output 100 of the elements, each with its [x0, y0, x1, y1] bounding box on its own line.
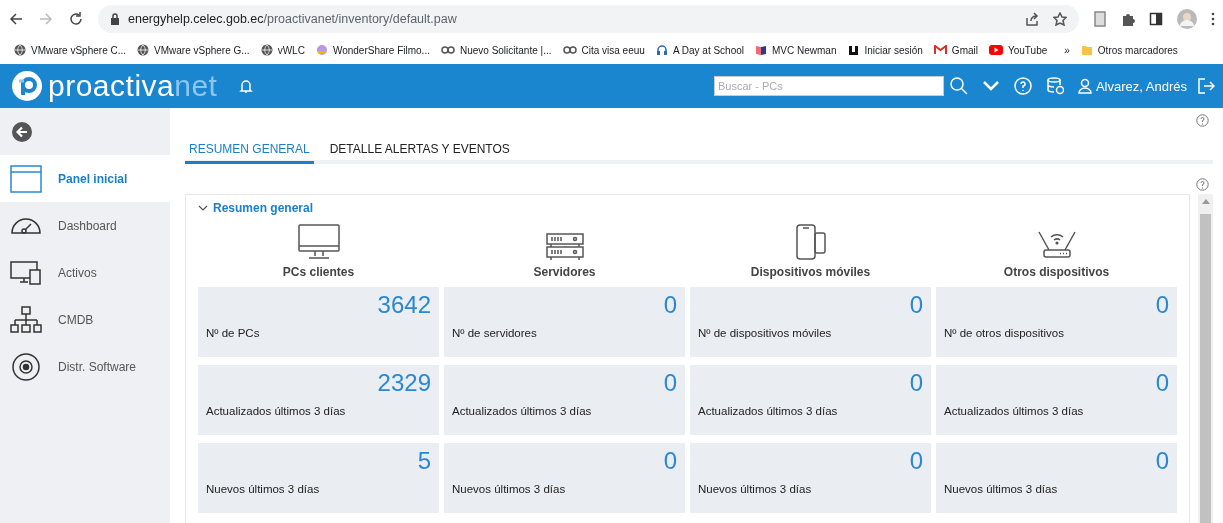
chevron-icon: [198, 204, 208, 212]
folder-icon: [1080, 44, 1093, 56]
bookmark-link[interactable]: VMware vSphere C...: [31, 44, 127, 56]
link-icon: [562, 46, 577, 54]
bell-icon: [239, 78, 254, 94]
stat-value: 0: [909, 447, 923, 475]
stat-card[interactable]: 0 Nº de servidores: [444, 287, 685, 357]
stat-card[interactable]: 0 Nuevos últimos 3 días: [444, 443, 685, 513]
devices-icon: [10, 259, 42, 286]
stat-card[interactable]: 3642 Nº de PCs: [198, 287, 439, 357]
category-title: Otros dispositivos: [1003, 265, 1110, 279]
bookmark-link[interactable]: Nuevo Solicitante |...: [459, 44, 552, 56]
back-icon: [8, 11, 24, 27]
document-icon: [1093, 11, 1107, 27]
stat-card[interactable]: 0 Actualizados últimos 3 días: [936, 365, 1177, 435]
book-icon: [755, 44, 768, 56]
help-icon: [1196, 178, 1209, 191]
sidebar-item[interactable]: Distr. Software: [0, 343, 170, 390]
category-title: Dispositivos móviles: [750, 265, 871, 279]
bookmark-link[interactable]: YouTube: [1008, 44, 1048, 56]
section-header[interactable]: Resumen general: [198, 201, 1177, 215]
stat-label: Nuevos últimos 3 días: [698, 483, 813, 495]
bookmark-link[interactable]: MVC Newman: [772, 44, 837, 56]
stat-card[interactable]: 0 Nuevos últimos 3 días: [690, 443, 931, 513]
stat-label: Actualizados últimos 3 días: [452, 405, 593, 417]
stat-value: 3642: [377, 291, 431, 319]
link-icon: [440, 46, 455, 54]
scrollbar[interactable]: [1198, 194, 1213, 523]
scroll-up-icon[interactable]: [1201, 198, 1210, 204]
user-name[interactable]: Alvarez, Andrés: [1095, 78, 1187, 94]
back-icon[interactable]: [12, 121, 32, 142]
sidebar-item[interactable]: Panel inicial: [0, 155, 170, 202]
chevron-icon: [981, 80, 1000, 92]
stat-value: 0: [909, 291, 923, 319]
database-icon: [1045, 77, 1064, 95]
globe-icon: [137, 44, 150, 56]
stat-label: Actualizados últimos 3 días: [944, 405, 1085, 417]
address-bar[interactable]: energyhelp.celec.gob.ec/proactivanet/inventory/default.paw: [98, 5, 1079, 33]
bookmark-link[interactable]: WonderShare Filmo...: [332, 44, 430, 56]
stat-card[interactable]: 0 Actualizados últimos 3 días: [444, 365, 685, 435]
logo-icon: [12, 71, 42, 101]
star-icon: [1053, 12, 1067, 26]
server-icon: [544, 231, 585, 261]
lock-icon: [110, 13, 120, 25]
puzzle-icon: [1121, 12, 1135, 26]
sidepanel-icon: [1149, 12, 1163, 26]
url-text: energyhelp.celec.gob.ec/proactivanet/inventory/default.paw: [128, 12, 457, 26]
stat-card[interactable]: 5 Nuevos últimos 3 días: [198, 443, 439, 513]
stat-label: Actualizados últimos 3 días: [206, 405, 347, 417]
stat-label: Nº de PCs: [206, 327, 261, 339]
search-field[interactable]: Buscar - PCs: [713, 76, 944, 96]
globe-icon: [260, 44, 273, 56]
disc-icon: [10, 351, 42, 382]
stat-card[interactable]: 0 Nº de otros dispositivos: [936, 287, 1177, 357]
stat-card[interactable]: 0 Nº de dispositivos móviles: [690, 287, 931, 357]
user-icon: [1077, 78, 1092, 94]
sidebar-item[interactable]: Activos: [0, 249, 170, 296]
bookmark-folder[interactable]: Otros marcadores: [1097, 44, 1178, 56]
stat-value: 0: [909, 369, 923, 397]
stat-value: 2329: [377, 369, 431, 397]
avatar-icon[interactable]: [1177, 9, 1197, 29]
bookmarks-overflow[interactable]: »: [1064, 44, 1070, 56]
search-icon: [949, 77, 968, 95]
stat-card[interactable]: 0 Actualizados últimos 3 días: [690, 365, 931, 435]
sidebar-item[interactable]: Dashboard: [0, 202, 170, 249]
hierarchy-icon: [10, 305, 42, 334]
help-icon: [1196, 114, 1209, 127]
stat-label: Nº de servidores: [452, 327, 538, 339]
letter-icon: [847, 44, 860, 56]
stat-value: 0: [663, 447, 677, 475]
stat-label: Nº de dispositivos móviles: [698, 327, 833, 339]
stat-value: 0: [663, 291, 677, 319]
headphones-icon: [655, 44, 668, 56]
tab[interactable]: RESUMEN GENERAL: [185, 140, 314, 164]
more-icon: [1211, 12, 1215, 26]
stat-value: 0: [1155, 447, 1169, 475]
bookmark-link[interactable]: VMware vSphere G...: [154, 44, 250, 56]
bookmark-link[interactable]: Gmail: [951, 44, 978, 56]
badge-icon: [315, 44, 328, 56]
mail-icon: [933, 45, 947, 55]
category-title: Servidores: [533, 265, 596, 279]
stat-label: Nuevos últimos 3 días: [944, 483, 1059, 495]
stat-label: Nº de otros dispositivos: [944, 327, 1065, 339]
sidebar-item[interactable]: CMDB: [0, 296, 170, 343]
bookmark-link[interactable]: A Day at School: [672, 44, 745, 56]
stat-card[interactable]: 0 Nuevos últimos 3 días: [936, 443, 1177, 513]
stat-label: Nuevos últimos 3 días: [206, 483, 321, 495]
category-title: PCs clientes: [282, 265, 355, 279]
stat-value: 0: [1155, 369, 1169, 397]
stat-value: 0: [1155, 291, 1169, 319]
globe-icon: [14, 44, 26, 56]
reload-icon: [68, 11, 84, 27]
stat-label: Actualizados últimos 3 días: [698, 405, 839, 417]
bookmark-link[interactable]: Iniciar sesión: [864, 44, 923, 56]
tab[interactable]: DETALLE ALERTAS Y EVENTOS: [325, 140, 514, 164]
stat-card[interactable]: 2329 Actualizados últimos 3 días: [198, 365, 439, 435]
bookmark-link[interactable]: vWLC: [277, 44, 305, 56]
monitor-icon: [296, 223, 341, 261]
stat-label: Nuevos últimos 3 días: [452, 483, 567, 495]
bookmark-link[interactable]: Cita visa eeuu: [581, 44, 645, 56]
